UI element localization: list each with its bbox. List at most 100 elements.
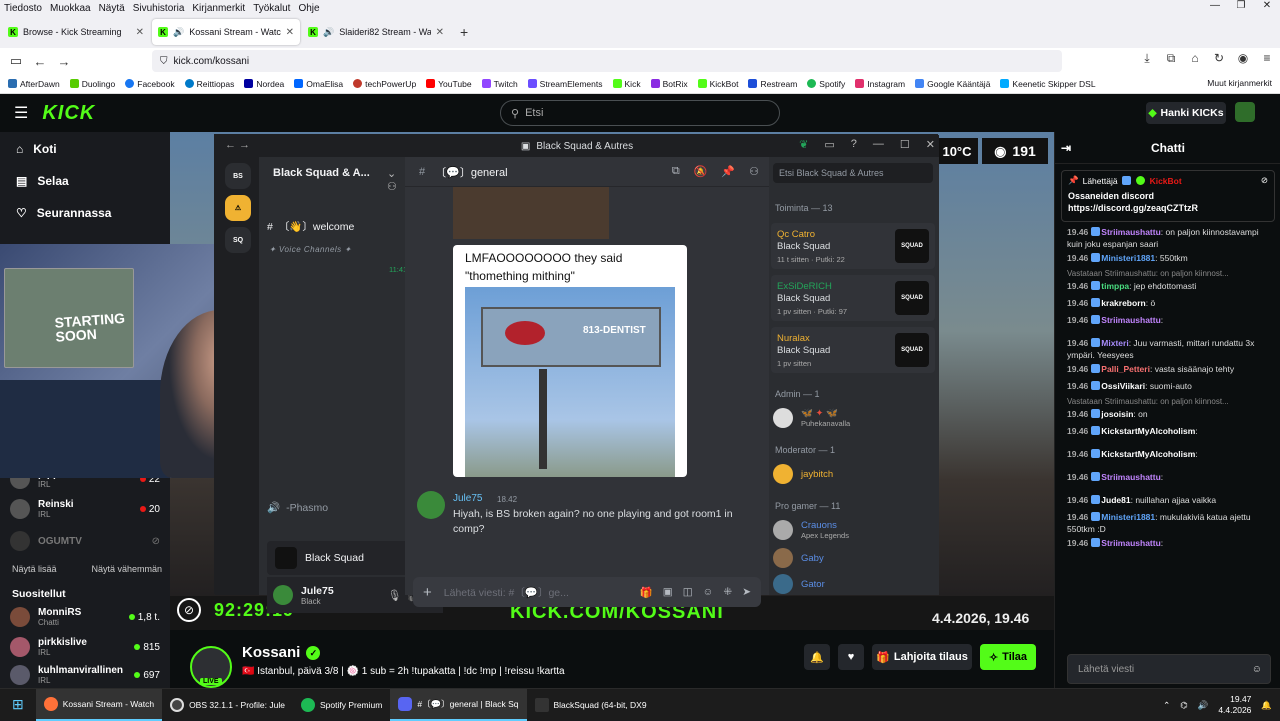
message-input[interactable]: + Lähetä viesti: #〔💬〕ge... 🎁 ▣ ◫ ☺ ⁜ ➤ bbox=[413, 577, 761, 607]
volume-icon[interactable]: 🔊 bbox=[1198, 700, 1209, 711]
gift-sub-button[interactable]: 🎁 Lahjoita tilaus bbox=[872, 644, 972, 670]
inbox-icon[interactable]: ▭ bbox=[824, 138, 834, 151]
threads-icon[interactable]: ⧉ bbox=[672, 165, 680, 178]
billboard-image[interactable]: 813-DENTIST bbox=[465, 287, 675, 477]
bookmark-item[interactable]: Instagram bbox=[855, 79, 905, 89]
recommended-channel[interactable]: MonniRS Chatti 1,8 t. bbox=[10, 604, 160, 630]
sidebar-toggle-icon[interactable]: ▭ bbox=[4, 53, 28, 69]
subscribe-button[interactable]: ✧ Tilaa bbox=[980, 644, 1036, 670]
bookmark-item[interactable]: KickBot bbox=[697, 79, 738, 89]
hamburger-menu-icon[interactable]: ☰ bbox=[14, 103, 28, 123]
chat-username[interactable]: Ministeri1881 bbox=[1101, 253, 1155, 263]
server-icon[interactable]: BS bbox=[225, 163, 251, 189]
activity-card[interactable]: ExSiDeRICH Black Squad 1 pv sitten · Putki… bbox=[771, 275, 935, 321]
activity-card[interactable]: Qc Catro Black Squad 11 t sitten · Putki: … bbox=[771, 223, 935, 269]
mic-icon[interactable]: 🎙 bbox=[387, 589, 401, 602]
chat-username[interactable]: josoisin bbox=[1101, 409, 1133, 419]
maximize-icon[interactable]: ❐ bbox=[1228, 0, 1254, 16]
emoji-icon[interactable]: ☺ bbox=[1252, 664, 1270, 675]
close-tab-icon[interactable]: ✕ bbox=[286, 27, 294, 38]
server-name[interactable]: Black Squad & A... bbox=[273, 167, 370, 179]
chat-username[interactable]: Ministeri1881 bbox=[1101, 512, 1155, 522]
member-row[interactable]: jaybitch bbox=[773, 461, 933, 487]
home-icon[interactable]: ⌂ bbox=[1186, 51, 1204, 66]
bookmark-item[interactable]: Reittiopas bbox=[184, 79, 234, 89]
back-icon[interactable]: ← → bbox=[225, 139, 250, 151]
help-icon[interactable]: ? bbox=[851, 138, 857, 151]
nitro-icon[interactable]: ❦ bbox=[799, 138, 808, 151]
bookmark-item[interactable]: Facebook bbox=[125, 79, 175, 89]
voice-category[interactable]: ✦ Voice Channels ✦ bbox=[269, 245, 352, 254]
tray-expand-icon[interactable]: ⌃ bbox=[1163, 700, 1170, 711]
back-icon[interactable]: ← bbox=[28, 54, 52, 69]
close-tab-icon[interactable]: ✕ bbox=[136, 27, 144, 38]
chat-username[interactable]: timppa bbox=[1101, 281, 1129, 291]
close-tab-icon[interactable]: ✕ bbox=[436, 27, 444, 38]
downloads-icon[interactable]: ⤓ bbox=[1138, 51, 1156, 66]
user-avatar[interactable] bbox=[273, 585, 293, 605]
emoji-icon[interactable]: ☺ bbox=[703, 586, 714, 599]
network-icon[interactable]: ⌬ bbox=[1180, 700, 1187, 711]
send-icon[interactable]: ➤ bbox=[742, 586, 751, 599]
taskbar-item-discord[interactable]: #〔💬〕general | Black Sq bbox=[390, 688, 527, 721]
activity-card[interactable]: Nuralax Black Squad 1 pv sitten SQUAD bbox=[771, 327, 935, 373]
start-button[interactable]: ⊞ bbox=[0, 689, 36, 721]
bookmark-item[interactable]: Spotify bbox=[807, 79, 845, 89]
taskbar-item-obs[interactable]: OBS 32.1.1 - Profile: Jule bbox=[162, 689, 293, 721]
get-kicks-button[interactable]: ◆ Hanki KICKs bbox=[1146, 102, 1226, 124]
nav-browse[interactable]: ▤ Selaa bbox=[16, 174, 69, 188]
minimize-icon[interactable]: — bbox=[1202, 0, 1228, 16]
speaker-icon[interactable]: 🔊 bbox=[323, 27, 334, 38]
nav-home[interactable]: ⌂ Koti bbox=[16, 142, 57, 156]
apps-icon[interactable]: ⁜ bbox=[723, 586, 732, 599]
message-avatar[interactable] bbox=[417, 491, 445, 519]
recommended-channel[interactable]: pirkkislive IRL 815 bbox=[10, 634, 160, 660]
extensions-icon[interactable]: ⧉ bbox=[1162, 51, 1180, 66]
bookmark-item[interactable]: Keenetic Skipper DSL bbox=[1000, 79, 1096, 89]
nav-following[interactable]: ♡ Seurannassa bbox=[16, 206, 111, 220]
bookmark-item[interactable]: Google Kääntäjä bbox=[915, 79, 990, 89]
tab-slaideri[interactable]: K 🔊 Slaideri82 Stream - Watch L ✕ bbox=[302, 19, 450, 45]
server-icon[interactable]: SQ bbox=[225, 227, 251, 253]
bookmark-item[interactable]: techPowerUp bbox=[353, 79, 416, 89]
kick-logo[interactable]: KICK bbox=[42, 102, 95, 125]
menu-icon[interactable]: ≡ bbox=[1258, 51, 1276, 66]
other-bookmarks[interactable]: Muut kirjanmerkit bbox=[1207, 78, 1272, 88]
chat-username[interactable]: KickstartMyAlcoholism bbox=[1101, 426, 1195, 436]
bookmark-item[interactable]: Nordea bbox=[244, 79, 284, 89]
sticker-icon[interactable]: ◫ bbox=[683, 586, 693, 599]
pinned-message[interactable]: 📌 Lähettäjä KickBot ⊘ Ossaneiden discord ht… bbox=[1061, 170, 1275, 222]
speaker-icon[interactable]: 🔊 bbox=[173, 27, 184, 38]
menu-help[interactable]: Ohje bbox=[298, 3, 319, 14]
menu-history[interactable]: Sivuhistoria bbox=[133, 3, 185, 14]
menu-view[interactable]: Näytä bbox=[99, 3, 125, 14]
pin-icon[interactable]: 📌 bbox=[721, 165, 735, 178]
recommended-channel[interactable]: kuhlmanvirallinen IRL 697 bbox=[10, 662, 160, 688]
chat-username[interactable]: Mixteri bbox=[1101, 338, 1128, 348]
sidebar-channel[interactable]: OGUMTV ⊘ bbox=[10, 528, 160, 554]
search-input[interactable]: ⚲ Etsi bbox=[500, 100, 780, 126]
show-less-button[interactable]: Näytä vähemmän bbox=[91, 564, 162, 574]
sidebar-channel[interactable]: Reinski IRL 20 bbox=[10, 496, 160, 522]
taskbar-item-blacksquad[interactable]: BlackSquad (64-bit, DX9 bbox=[527, 689, 655, 721]
url-bar[interactable]: ⛉ kick.com/kossani bbox=[152, 50, 1062, 72]
bookmark-item[interactable]: Twitch bbox=[481, 79, 518, 89]
chat-username[interactable]: OssiViikari bbox=[1101, 381, 1145, 391]
tab-browse-kick[interactable]: K Browse - Kick Streaming ✕ bbox=[2, 19, 150, 45]
chat-username[interactable]: Striimaushattu bbox=[1101, 227, 1161, 237]
member-row[interactable]: Crauons Apex Legends bbox=[773, 517, 933, 543]
chat-username[interactable]: KickstartMyAlcoholism bbox=[1101, 449, 1195, 459]
bookmark-item[interactable]: StreamElements bbox=[527, 79, 603, 89]
chat-username[interactable]: Palli_Petteri bbox=[1101, 364, 1150, 374]
menu-tools[interactable]: Työkalut bbox=[253, 3, 290, 14]
member-row[interactable]: Gaby bbox=[773, 545, 933, 571]
menu-file[interactable]: Tiedosto bbox=[4, 3, 42, 14]
member-search-input[interactable]: Etsi Black Squad & Autres bbox=[773, 163, 933, 183]
embed-card[interactable]: LMFAOOOOOOOO they said "thomething mithi… bbox=[453, 245, 687, 477]
taskbar-item-firefox[interactable]: Kossani Stream - Watch bbox=[35, 688, 163, 721]
tab-kossani[interactable]: K 🔊 Kossani Stream - Watch Live ✕ bbox=[152, 19, 300, 45]
bookmark-item[interactable]: OmaElisa bbox=[294, 79, 343, 89]
chat-username[interactable]: Striimaushattu bbox=[1101, 315, 1161, 325]
notification-bell-button[interactable]: 🔔 bbox=[804, 644, 830, 670]
user-avatar[interactable] bbox=[1235, 102, 1255, 122]
